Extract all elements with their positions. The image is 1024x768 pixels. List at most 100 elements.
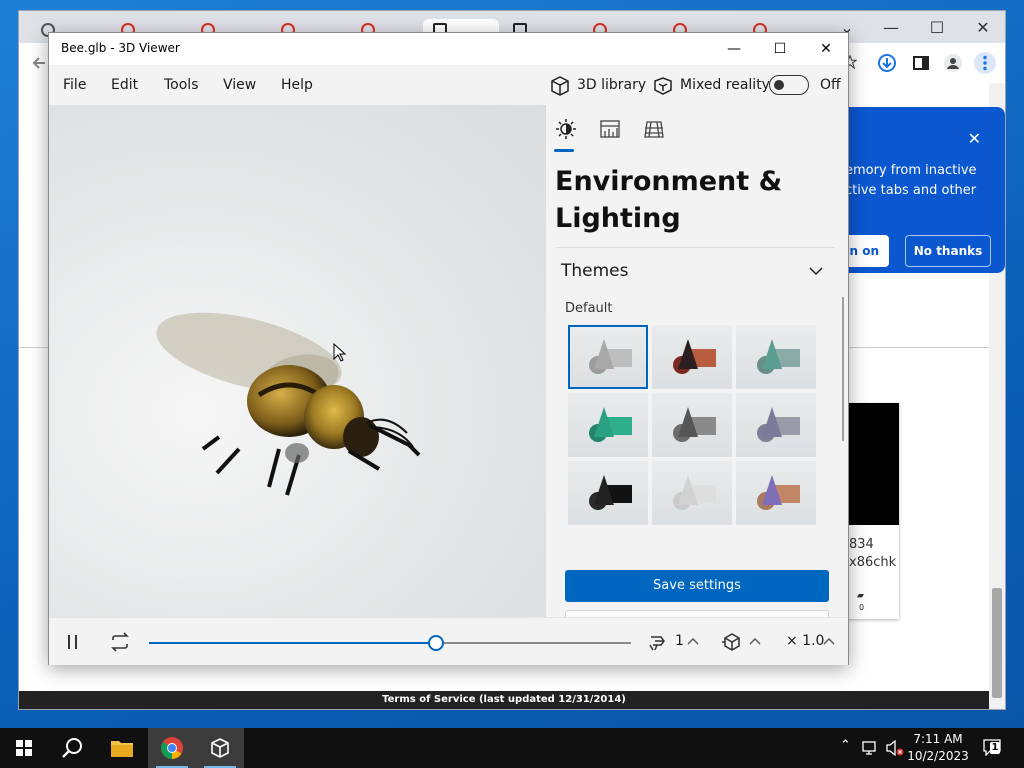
viewer-menubar: File Edit Tools View Help 3D library Mix… bbox=[49, 65, 848, 105]
popup-close-icon[interactable]: ✕ bbox=[968, 129, 981, 148]
timeline-progress bbox=[149, 642, 436, 644]
download-icon[interactable] bbox=[877, 53, 897, 73]
theme-swatch-dark-warm[interactable] bbox=[652, 325, 732, 389]
mouse-cursor-icon bbox=[333, 343, 347, 362]
video-card[interactable]: 834 x86chk ▰ 0 bbox=[845, 403, 899, 619]
pause-icon[interactable] bbox=[67, 634, 79, 650]
mixed-reality-state: Off bbox=[820, 77, 841, 93]
browser-menu-icon[interactable] bbox=[973, 51, 997, 75]
profile-avatar-icon[interactable] bbox=[943, 53, 963, 73]
environment-panel: Environment & Lighting Themes Default Sa… bbox=[546, 105, 848, 642]
timeline-thumb[interactable] bbox=[427, 635, 444, 651]
mixed-reality-label: Mixed reality bbox=[680, 77, 770, 93]
mixed-reality-toggle[interactable] bbox=[769, 75, 809, 95]
view-up-chevron-icon[interactable] bbox=[749, 636, 761, 646]
network-icon[interactable] bbox=[862, 740, 880, 756]
popup-turn-on-button[interactable]: n on bbox=[845, 235, 889, 267]
theme-preview-icon bbox=[589, 475, 632, 510]
theme-preview-icon bbox=[589, 407, 632, 442]
theme-preview-icon bbox=[673, 407, 716, 442]
theme-preview-icon bbox=[757, 407, 800, 442]
active-tab-indicator bbox=[554, 149, 574, 152]
theme-preview-icon bbox=[757, 339, 800, 374]
video-thumbnail[interactable] bbox=[845, 403, 899, 525]
theme-swatch-gray[interactable] bbox=[652, 393, 732, 457]
panel-scrollbar[interactable] bbox=[842, 297, 844, 441]
3d-library-icon[interactable] bbox=[549, 75, 571, 97]
show-hidden-icons-chevron-icon[interactable]: ⌃ bbox=[840, 738, 851, 753]
popup-no-thanks-button[interactable]: No thanks bbox=[905, 235, 991, 267]
maximize-button[interactable]: ☐ bbox=[757, 33, 803, 65]
model-view-icon[interactable] bbox=[721, 632, 743, 652]
memory-saver-popup: ✕ emory from inactive ctive tabs and oth… bbox=[845, 107, 1005, 273]
speed-value: × 1.0 bbox=[786, 633, 825, 649]
viewer-titlebar[interactable]: Bee.glb - 3D Viewer — ☐ ✕ bbox=[49, 33, 848, 65]
comment-icon: ▰ bbox=[857, 591, 864, 601]
page-footer[interactable]: Terms of Service (last updated 12/31/201… bbox=[19, 691, 989, 709]
comment-count: 0 bbox=[859, 603, 865, 612]
side-panel-icon[interactable] bbox=[913, 55, 929, 71]
environment-lighting-tab-icon[interactable] bbox=[554, 117, 578, 141]
popup-text: emory from inactive ctive tabs and other bbox=[845, 163, 977, 198]
theme-swatch-black[interactable] bbox=[568, 461, 648, 525]
browser-minimize-button[interactable]: — bbox=[869, 15, 913, 41]
mixed-reality-icon bbox=[654, 77, 672, 95]
theme-swatch-green[interactable] bbox=[568, 393, 648, 457]
animation-count: 1 bbox=[675, 633, 684, 649]
system-clock[interactable]: 7:11 AM 10/2/2023 bbox=[902, 731, 974, 765]
page-scrollbar-thumb[interactable] bbox=[992, 588, 1002, 698]
clock-date: 10/2/2023 bbox=[907, 749, 969, 763]
theme-grid bbox=[568, 325, 820, 529]
playback-bar: 1 × 1.0 bbox=[49, 617, 848, 665]
3d-viewport[interactable] bbox=[49, 105, 546, 617]
card-title-line1: 834 bbox=[849, 537, 874, 552]
menu-edit[interactable]: Edit bbox=[111, 77, 138, 93]
default-group-label: Default bbox=[565, 301, 613, 316]
search-button[interactable] bbox=[48, 728, 96, 768]
back-arrow-icon[interactable] bbox=[31, 55, 47, 71]
3d-viewer-app-icon bbox=[211, 738, 229, 758]
3d-library-button[interactable]: 3D library bbox=[577, 77, 646, 93]
card-title-line2: x86chk bbox=[849, 555, 897, 570]
menu-view[interactable]: View bbox=[223, 77, 256, 93]
grid-tab-icon[interactable] bbox=[642, 117, 666, 141]
browser-maximize-button[interactable]: ☐ bbox=[915, 15, 959, 41]
bee-model[interactable] bbox=[49, 105, 546, 617]
folder-icon bbox=[111, 741, 133, 757]
start-button[interactable] bbox=[0, 728, 48, 768]
themes-collapse-chevron-icon[interactable] bbox=[808, 265, 824, 277]
3d-viewer-taskbar-button[interactable] bbox=[196, 728, 244, 768]
menu-help[interactable]: Help bbox=[281, 77, 313, 93]
menu-file[interactable]: File bbox=[63, 77, 86, 93]
taskbar: ⌃ 7:11 AM 10/2/2023 1 bbox=[0, 728, 1024, 768]
browser-close-button[interactable]: ✕ bbox=[961, 15, 1005, 41]
menu-tools[interactable]: Tools bbox=[164, 77, 199, 93]
chrome-icon bbox=[161, 737, 183, 759]
animation-up-chevron-icon[interactable] bbox=[687, 636, 699, 646]
theme-preview-icon bbox=[757, 475, 800, 510]
close-button[interactable]: ✕ bbox=[803, 33, 849, 65]
save-settings-button[interactable]: Save settings bbox=[565, 570, 829, 602]
theme-preview-icon bbox=[673, 475, 716, 510]
theme-swatch-teal-gray[interactable] bbox=[736, 325, 816, 389]
notification-center-button[interactable]: 1 bbox=[982, 738, 1004, 758]
theme-swatch-light[interactable] bbox=[652, 461, 732, 525]
theme-swatch-purple-gray[interactable] bbox=[736, 393, 816, 457]
stats-tab-icon[interactable] bbox=[598, 117, 622, 141]
theme-swatch-default[interactable] bbox=[568, 325, 648, 389]
viewer-title: Bee.glb - 3D Viewer bbox=[61, 41, 180, 55]
file-explorer-button[interactable] bbox=[98, 728, 146, 768]
theme-swatch-sunset[interactable] bbox=[736, 461, 816, 525]
loop-icon[interactable] bbox=[109, 632, 131, 652]
animation-icon[interactable] bbox=[647, 631, 669, 653]
minimize-button[interactable]: — bbox=[711, 33, 757, 65]
chrome-taskbar-button[interactable] bbox=[148, 728, 196, 768]
speed-up-chevron-icon[interactable] bbox=[823, 636, 835, 646]
clock-time: 7:11 AM bbox=[913, 732, 963, 746]
toggle-knob bbox=[774, 79, 784, 90]
themes-section-label[interactable]: Themes bbox=[561, 261, 629, 281]
panel-heading: Environment & Lighting bbox=[555, 166, 783, 234]
search-icon bbox=[62, 738, 82, 758]
theme-preview-icon bbox=[673, 339, 716, 374]
theme-preview-icon bbox=[589, 339, 632, 374]
